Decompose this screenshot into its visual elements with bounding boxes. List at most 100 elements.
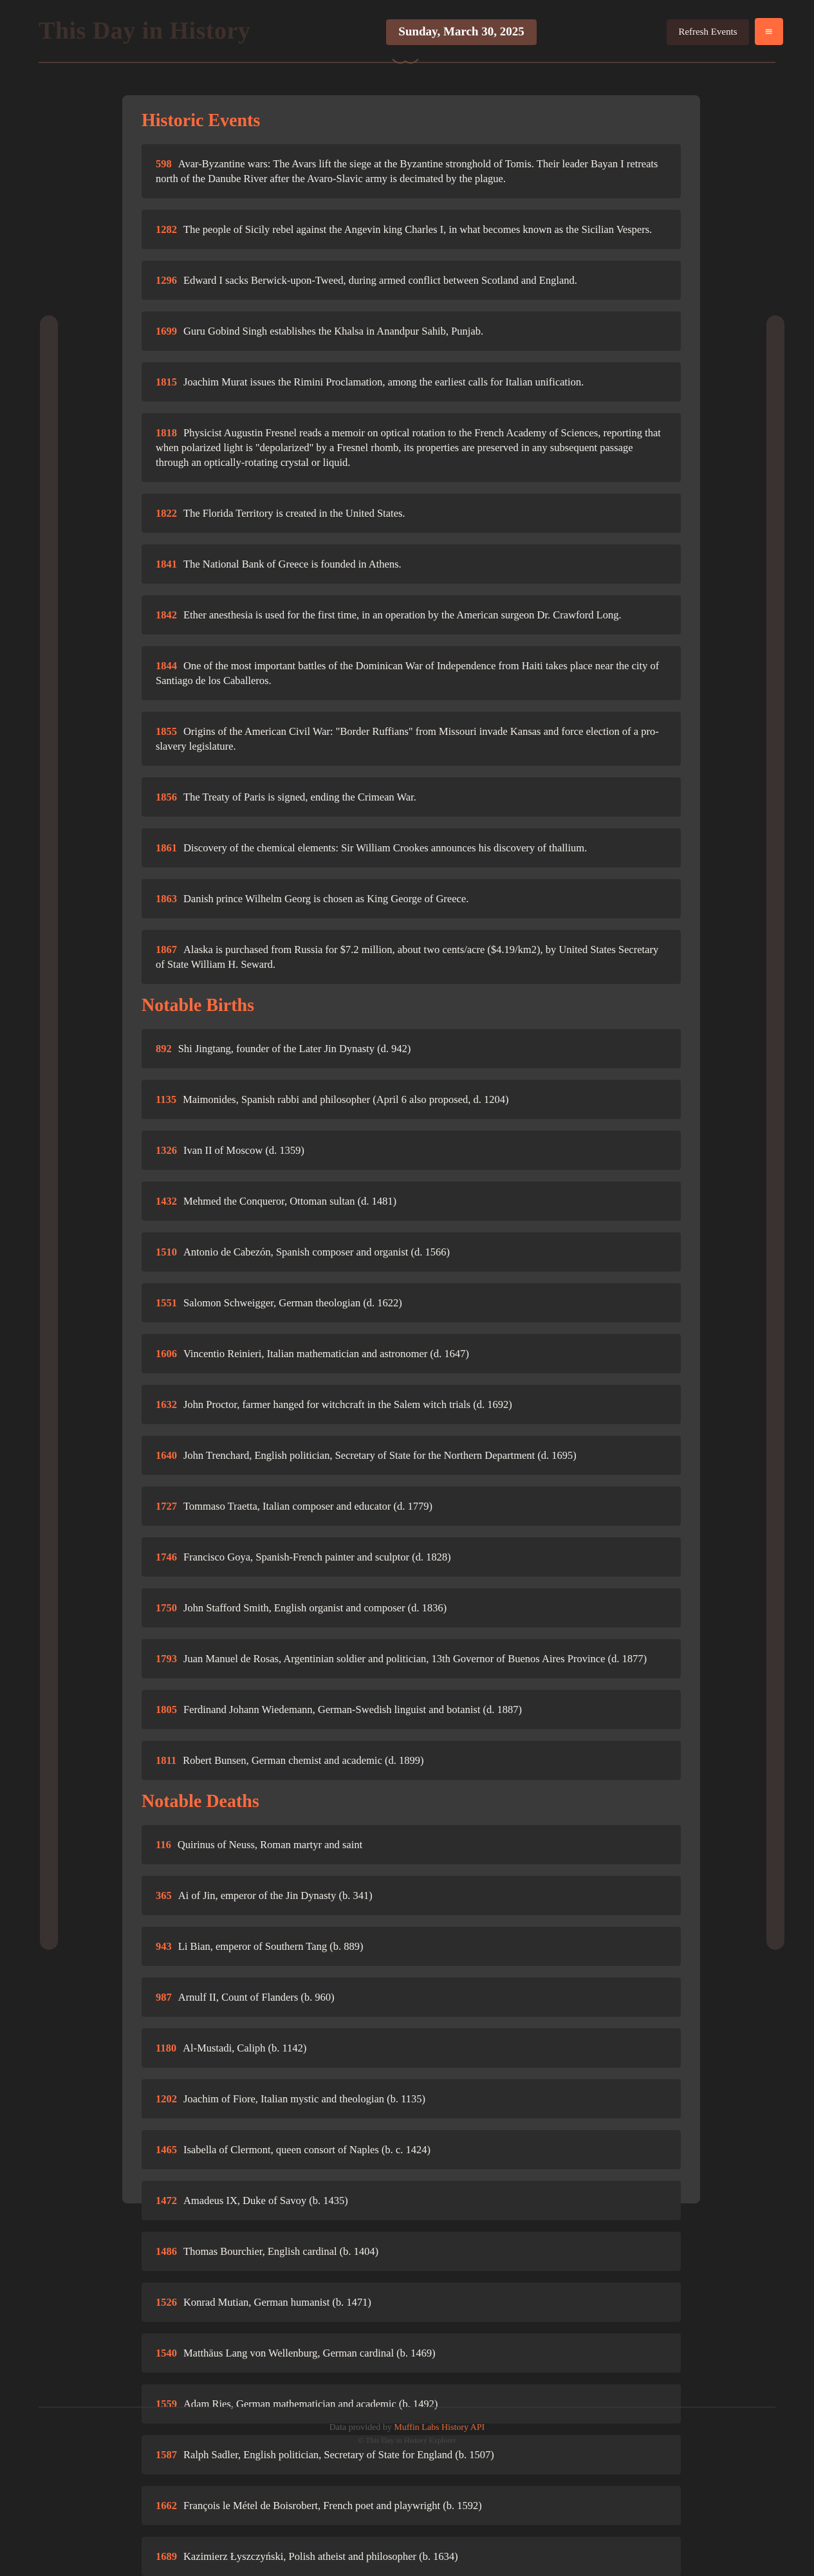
deaths-entry: 1465 Isabella of Clermont, queen consort … (142, 2130, 681, 2169)
deaths-entry: 1202 Joachim of Fiore, Italian mystic and… (142, 2079, 681, 2118)
api-link[interactable]: Muffin Labs History API (394, 2423, 485, 2432)
events-entry: 1815 Joachim Murat issues the Rimini Proc… (142, 362, 681, 402)
entry-year: 1540 (156, 2347, 177, 2359)
entry-text: Francisco Goya, Spanish-French painter a… (183, 1551, 451, 1563)
deaths-entry: 987 Arnulf II, Count of Flanders (b. 960) (142, 1978, 681, 2017)
entry-text: Ferdinand Johann Wiedemann, German-Swedi… (183, 1703, 523, 1716)
entry-year: 1282 (156, 223, 177, 236)
entry-year: 1510 (156, 1246, 177, 1258)
site-footer: Data provided by Muffin Labs History API… (39, 2407, 775, 2445)
entry-text: Guru Gobind Singh establishes the Khalsa… (183, 325, 484, 337)
entry-text: The Treaty of Paris is signed, ending th… (183, 791, 416, 803)
entry-year: 1296 (156, 274, 177, 286)
menu-icon: ≡ (764, 25, 773, 37)
entry-text: Mehmed the Conqueror, Ottoman sultan (d.… (183, 1195, 397, 1207)
entry-year: 1818 (156, 427, 177, 439)
events-entry: 1844 One of the most important battles of… (142, 646, 681, 700)
entry-year: 1606 (156, 1348, 177, 1360)
entry-year: 1750 (156, 1602, 177, 1614)
entry-text: Discovery of the chemical elements: Sir … (183, 842, 587, 854)
section-title-events: Historic Events (142, 111, 261, 131)
entry-year: 1842 (156, 609, 177, 621)
entry-year: 1841 (156, 558, 177, 570)
entry-year: 1727 (156, 1500, 177, 1512)
entry-text: Vincentio Reinieri, Italian mathematicia… (183, 1348, 469, 1360)
entry-year: 1180 (156, 2042, 177, 2054)
births-section: Notable Births 892 Shi Jingtang, founder … (142, 996, 681, 1780)
entry-text: Danish prince Wilhelm Georg is chosen as… (183, 893, 469, 905)
deaths-entry: 1486 Thomas Bourchier, English cardinal (… (142, 2232, 681, 2271)
births-entry: 1727 Tommaso Traetta, Italian composer an… (142, 1487, 681, 1526)
entry-text: John Trenchard, English politician, Secr… (183, 1449, 577, 1461)
entry-text: Matthäus Lang von Wellenburg, German car… (183, 2347, 436, 2359)
events-entry: 1867 Alaska is purchased from Russia for … (142, 930, 681, 984)
entry-year: 1793 (156, 1653, 177, 1665)
events-entry: 1861 Discovery of the chemical elements: … (142, 828, 681, 867)
entry-text: Robert Bunsen, German chemist and academ… (183, 1754, 424, 1766)
entry-text: Avar-Byzantine wars: The Avars lift the … (156, 158, 658, 185)
entry-text: John Proctor, farmer hanged for witchcra… (183, 1398, 512, 1411)
entry-text: Ivan II of Moscow (d. 1359) (183, 1144, 304, 1156)
events-entry: 1818 Physicist Augustin Fresnel reads a m… (142, 413, 681, 482)
entry-text: Ralph Sadler, English politician, Secret… (183, 2449, 494, 2461)
right-decorative-rail (766, 315, 784, 1950)
entry-year: 1805 (156, 1703, 177, 1716)
entry-text: Edward I sacks Berwick-upon-Tweed, durin… (183, 274, 577, 286)
entry-year: 1856 (156, 791, 177, 803)
entry-year: 1662 (156, 2499, 177, 2512)
entry-year: 1815 (156, 376, 177, 388)
deaths-entry: 1689 Kazimierz Łyszczyński, Polish atheis… (142, 2537, 681, 2576)
entry-year: 116 (156, 1839, 171, 1851)
events-entry: 1842 Ether anesthesia is used for the fir… (142, 595, 681, 635)
entry-text: Thomas Bourchier, English cardinal (b. 1… (183, 2245, 379, 2257)
entry-text: Ai of Jin, emperor of the Jin Dynasty (b… (178, 1889, 373, 1902)
entry-year: 1632 (156, 1398, 177, 1411)
events-entry: 1822 The Florida Territory is created in … (142, 494, 681, 533)
entry-year: 892 (156, 1042, 172, 1055)
entry-text: Physicist Augustin Fresnel reads a memoi… (156, 427, 661, 468)
births-entry: 1135 Maimonides, Spanish rabbi and philos… (142, 1080, 681, 1119)
entry-text: The people of Sicily rebel against the A… (183, 223, 652, 236)
menu-button[interactable]: ≡ (755, 18, 783, 45)
births-entry: 1551 Salomon Schweigger, German theologia… (142, 1283, 681, 1322)
entry-year: 1861 (156, 842, 177, 854)
refresh-events-button[interactable]: Refresh Events (667, 19, 749, 45)
entry-year: 1855 (156, 725, 177, 737)
entry-year: 598 (156, 158, 172, 170)
entry-text: Alaska is purchased from Russia for $7.2… (156, 943, 659, 970)
births-entry: 1640 John Trenchard, English politician, … (142, 1436, 681, 1475)
deaths-entry: 1180 Al-Mustadi, Caliph (b. 1142) (142, 2028, 681, 2068)
births-entry: 1811 Robert Bunsen, German chemist and ac… (142, 1741, 681, 1780)
events-entry: 1282 The people of Sicily rebel against t… (142, 210, 681, 249)
births-entry: 1750 John Stafford Smith, English organis… (142, 1588, 681, 1627)
entry-text: Ether anesthesia is used for the first t… (183, 609, 622, 621)
events-section: Historic Events 598 Avar-Byzantine wars: … (142, 111, 681, 984)
births-list: 892 Shi Jingtang, founder of the Later Ji… (142, 1029, 681, 1780)
entry-year: 1822 (156, 507, 177, 519)
deaths-entry: 1526 Konrad Mutian, German humanist (b. 1… (142, 2283, 681, 2322)
deaths-list: 116 Quirinus of Neuss, Roman martyr and s… (142, 1825, 681, 2576)
events-list: 598 Avar-Byzantine wars: The Avars lift t… (142, 144, 681, 984)
entry-year: 1526 (156, 2296, 177, 2308)
entry-text: François le Métel de Boisrobert, French … (183, 2499, 482, 2512)
entry-text: Li Bian, emperor of Southern Tang (b. 88… (178, 1940, 364, 1952)
deaths-entry: 1472 Amadeus IX, Duke of Savoy (b. 1435) (142, 2181, 681, 2220)
events-entry: 1296 Edward I sacks Berwick-upon-Tweed, d… (142, 261, 681, 300)
births-entry: 1746 Francisco Goya, Spanish-French paint… (142, 1537, 681, 1577)
events-entry: 1855 Origins of the American Civil War: "… (142, 712, 681, 766)
entry-text: Al-Mustadi, Caliph (b. 1142) (183, 2042, 307, 2054)
flourish-ornament-icon (392, 59, 419, 64)
entry-year: 1811 (156, 1754, 177, 1766)
entry-text: Shi Jingtang, founder of the Later Jin D… (178, 1042, 411, 1055)
births-entry: 1606 Vincentio Reinieri, Italian mathemat… (142, 1334, 681, 1373)
entry-text: Tommaso Traetta, Italian composer and ed… (183, 1500, 432, 1512)
births-entry: 1793 Juan Manuel de Rosas, Argentinian so… (142, 1639, 681, 1678)
entry-text: Amadeus IX, Duke of Savoy (b. 1435) (183, 2194, 348, 2207)
entry-text: Juan Manuel de Rosas, Argentinian soldie… (183, 1653, 647, 1665)
deaths-entry: 116 Quirinus of Neuss, Roman martyr and s… (142, 1825, 681, 1864)
entry-year: 365 (156, 1889, 172, 1902)
entry-year: 1746 (156, 1551, 177, 1563)
births-entry: 1326 Ivan II of Moscow (d. 1359) (142, 1131, 681, 1170)
entry-year: 1640 (156, 1449, 177, 1461)
entry-text: The Florida Territory is created in the … (183, 507, 405, 519)
